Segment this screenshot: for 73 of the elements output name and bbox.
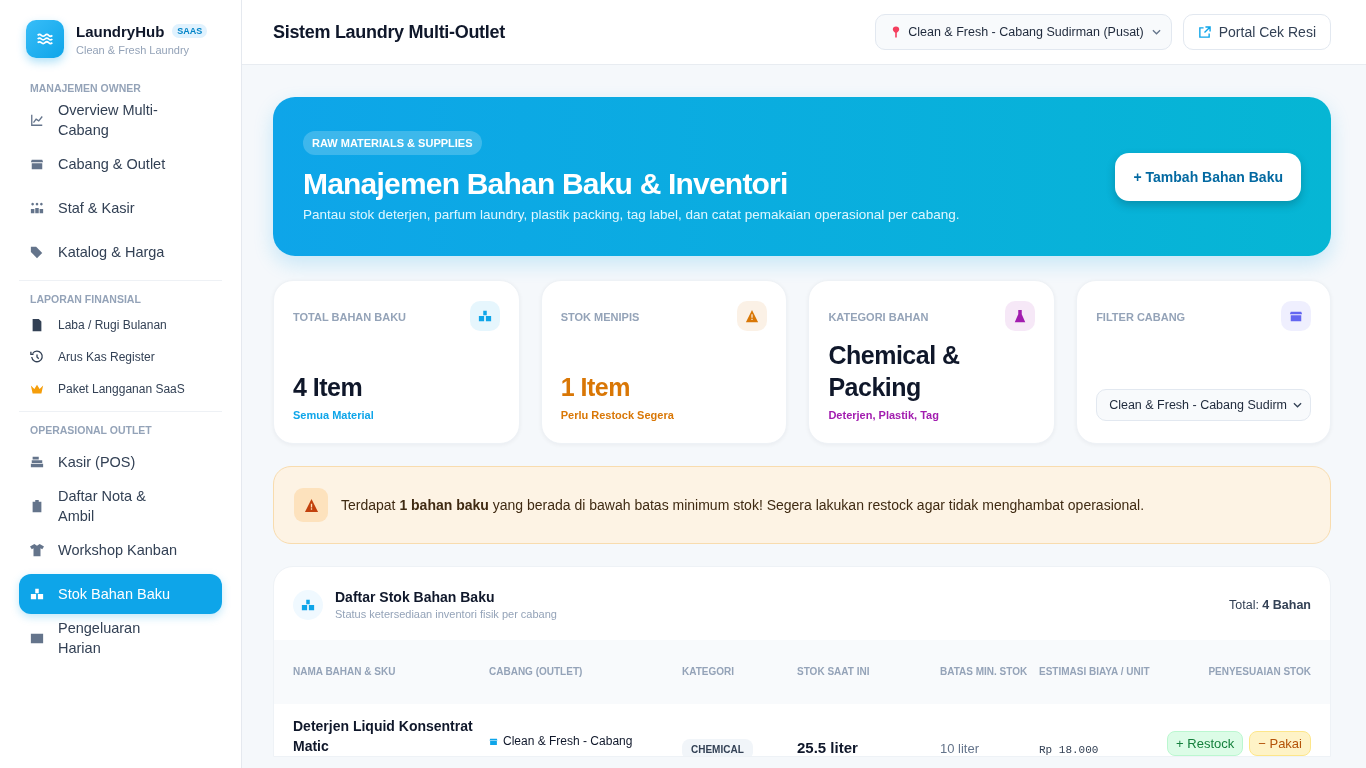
chevron-down-icon — [1293, 402, 1302, 408]
store-icon — [30, 157, 44, 171]
restock-button[interactable]: + Restock — [1167, 731, 1244, 756]
column-header: KATEGORI — [682, 665, 736, 679]
hero-title: Manajemen Bahan Baku & Inventori — [303, 167, 788, 201]
stat-label: TOTAL BAHAN BAKU — [293, 311, 407, 323]
add-material-button[interactable]: + Tambah Bahan Baku — [1115, 152, 1301, 201]
pin-icon — [892, 26, 901, 38]
sidebar-item[interactable]: Katalog & Harga — [19, 232, 222, 272]
sidebar-item[interactable]: Cabang & Outlet — [19, 144, 222, 184]
tag-icon — [30, 245, 44, 259]
stat-label: FILTER CABANG — [1096, 311, 1186, 323]
column-header: PENYESUAIAN STOK — [1207, 665, 1311, 679]
stat-label: STOK MENIPIS — [560, 311, 640, 323]
sidebar-item[interactable]: Paket Langganan SaaS — [19, 375, 222, 403]
table-subtitle: Status ketersediaan inventori fisik per cabang — [335, 608, 558, 620]
sidebar-item[interactable]: Workshop Kanban — [19, 530, 222, 570]
chevron-down-icon — [1151, 29, 1161, 35]
users-icon — [30, 201, 44, 215]
column-header: CABANG (OUTLET) — [489, 665, 584, 679]
shirt-icon — [30, 543, 44, 557]
table-cell-text: Rp 18.000 — [1039, 744, 1100, 756]
sidebar-item[interactable]: Staf & Kasir — [19, 188, 222, 228]
stat-note: Deterjen, Plastik, Tag — [828, 409, 940, 421]
column-header: ESTIMASI BIAYA / UNIT — [1039, 665, 1151, 679]
table-cell-text: 25.5 liter — [797, 739, 859, 756]
column-header: STOK SAAT INI — [797, 665, 871, 679]
boxes-icon — [30, 587, 44, 601]
category-tag: CHEMICAL — [682, 739, 753, 756]
column-header: NAMA BAHAN & SKU — [293, 665, 397, 679]
file-icon — [30, 318, 44, 332]
warning-icon — [303, 497, 319, 513]
hero-eyebrow: RAW MATERIALS & SUPPLIES — [303, 131, 482, 155]
sidebar-item[interactable]: Overview Multi-Cabang — [19, 100, 222, 140]
section-title: MANAJEMEN OWNER — [29, 82, 142, 94]
portal-button[interactable]: Portal Cek Resi — [1182, 14, 1331, 50]
table-cell-text: 10 liter — [940, 741, 981, 756]
table-title: Daftar Stok Bahan Baku — [335, 589, 496, 605]
register-icon — [30, 455, 44, 469]
sidebar-item[interactable]: Daftar Nota & Ambil — [19, 486, 222, 526]
store-icon — [489, 736, 498, 746]
sidebar-item[interactable]: Arus Kas Register — [19, 343, 222, 371]
stat-value: Chemical & Packing — [828, 340, 961, 403]
external-link-icon — [1197, 25, 1211, 39]
alert-message: Terdapat 1 bahan baku yang berada di bawah batas minimum stok! Segera lakukan restock agar tidak menghambat operasional. — [341, 497, 1145, 513]
boxes-icon — [301, 597, 315, 612]
stat-value: 1 Item — [560, 372, 631, 403]
column-header: BATAS MIN. STOK — [940, 665, 1029, 679]
hero-subtitle: Pantau stok deterjen, parfum laundry, plastik packing, tag label, dan catat pemakaian operasional per cabang. — [303, 207, 960, 222]
history-icon — [30, 350, 44, 364]
use-button[interactable]: − Pakai — [1249, 731, 1311, 756]
plan-badge: SAAS — [172, 24, 208, 38]
sidebar-item[interactable]: Kasir (POS) — [19, 442, 222, 482]
chart-icon — [30, 113, 44, 127]
stat-note: Semua Material — [293, 409, 375, 421]
branch-filter-select[interactable]: Clean & Fresh - Cabang Sudirm — [1096, 389, 1311, 421]
stat-label: KATEGORI BAHAN — [828, 311, 929, 323]
outlet-select[interactable]: Clean & Fresh - Cabang Sudirman (Pusat) — [875, 14, 1172, 50]
stat-value: 4 Item — [293, 372, 364, 403]
waves-logo-icon — [26, 20, 64, 58]
brand-tagline: Clean & Fresh Laundry — [76, 43, 191, 56]
table-total: Total: 4 Bahan — [1229, 597, 1311, 612]
table-cell-text: Deterjen Liquid Konsentrat Matic — [293, 717, 474, 756]
section-title: LAPORAN FINANSIAL — [29, 293, 142, 305]
table-cell: Clean & Fresh - Cabang — [503, 734, 633, 748]
brand-name: LaundryHub — [76, 22, 165, 40]
page-title: Sistem Laundry Multi-Outlet — [273, 21, 505, 43]
section-title: OPERASIONAL OUTLET — [29, 424, 153, 436]
crown-icon — [30, 382, 44, 396]
stat-note: Perlu Restock Segera — [560, 409, 675, 421]
sidebar-item[interactable]: Laba / Rugi Bulanan — [19, 311, 222, 339]
clipboard-icon — [30, 499, 44, 513]
sidebar-item[interactable]: Pengeluaran Harian — [19, 618, 222, 658]
